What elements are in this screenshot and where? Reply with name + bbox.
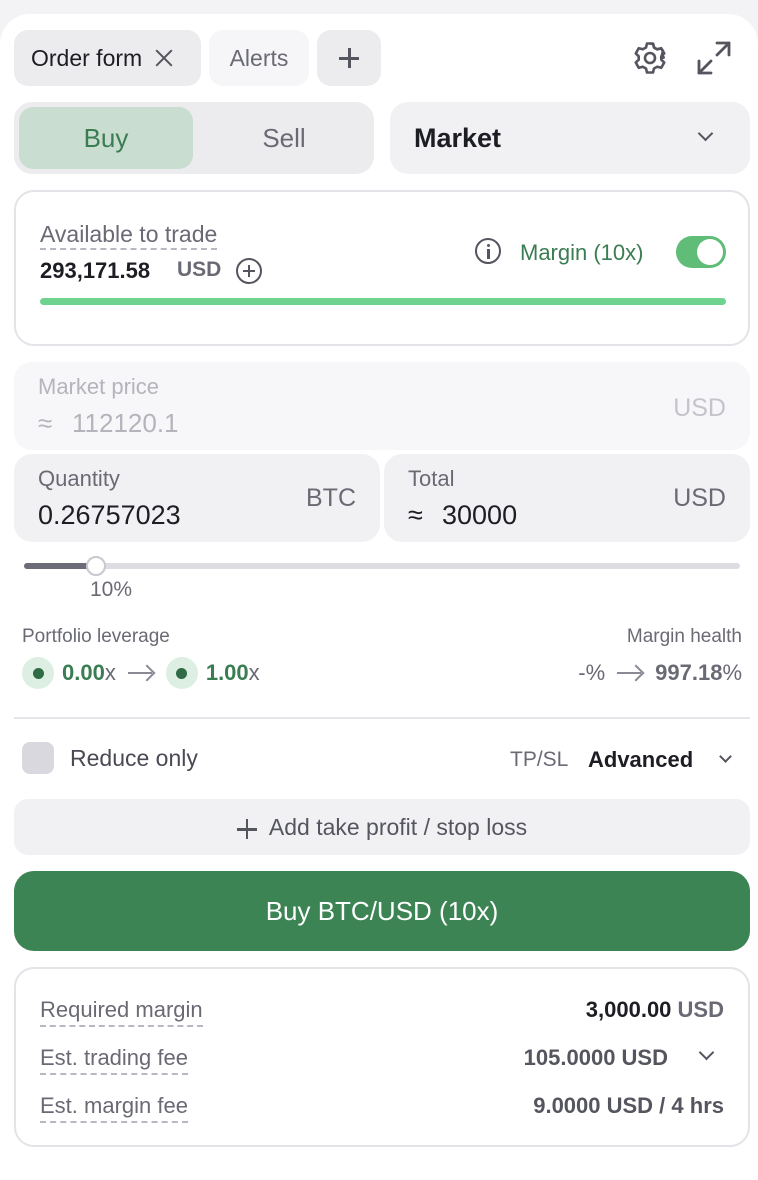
leverage-to-suffix: x bbox=[248, 660, 260, 685]
required-margin-unit: USD bbox=[677, 997, 724, 1022]
gear-icon bbox=[634, 42, 666, 74]
quantity-input[interactable]: 0.26757023 bbox=[38, 500, 181, 531]
buy-tab-label: Buy bbox=[83, 122, 129, 153]
margin-health-from: -% bbox=[578, 660, 606, 685]
leverage-values: 0.00 x 1.00 x bbox=[22, 656, 260, 690]
divider bbox=[14, 717, 750, 719]
leverage-to-dot-icon bbox=[165, 657, 198, 689]
margin-health-suffix: % bbox=[722, 660, 742, 685]
chevron-down-icon[interactable] bbox=[698, 1044, 715, 1061]
total-input[interactable]: 30000 bbox=[442, 500, 517, 531]
info-icon[interactable] bbox=[475, 238, 501, 264]
order-type-select[interactable]: Market bbox=[390, 102, 750, 174]
expand-icon bbox=[697, 41, 731, 75]
available-amount: 293,171.58 bbox=[40, 258, 151, 283]
sell-tab[interactable]: Sell bbox=[199, 107, 369, 169]
size-slider[interactable] bbox=[24, 556, 740, 576]
market-price-label: Market price bbox=[38, 374, 160, 399]
market-price-unit: USD bbox=[673, 394, 726, 422]
available-label[interactable]: Available to trade bbox=[40, 220, 218, 250]
tpsl-label: TP/SL bbox=[510, 748, 569, 771]
margin-toggle[interactable] bbox=[676, 236, 726, 268]
trading-fee-label[interactable]: Est. trading fee bbox=[40, 1043, 188, 1075]
tpsl-mode-value: Advanced bbox=[588, 747, 694, 772]
required-margin-label[interactable]: Required margin bbox=[40, 995, 203, 1027]
market-price-field: Market price ≈ 112120.1 USD bbox=[14, 362, 750, 450]
reduce-only-checkbox[interactable] bbox=[22, 742, 54, 774]
toggle-knob bbox=[697, 239, 723, 265]
required-margin-value-wrap: 3,000.00 USD bbox=[586, 995, 724, 1025]
leverage-from-dot-icon bbox=[22, 657, 54, 689]
chevron-down-icon bbox=[719, 750, 732, 763]
market-price-value: 112120.1 bbox=[72, 408, 179, 438]
margin-health-values: -% 997.18 % bbox=[578, 656, 742, 690]
quantity-label: Quantity bbox=[38, 466, 120, 491]
expand-button[interactable] bbox=[694, 38, 734, 78]
tpsl-mode-select[interactable]: Advanced bbox=[588, 742, 748, 778]
close-icon[interactable] bbox=[154, 48, 174, 68]
tab-order-form[interactable]: Order form bbox=[14, 30, 201, 86]
margin-label: Margin (10x) bbox=[520, 240, 644, 265]
quantity-unit: BTC bbox=[306, 484, 356, 512]
deposit-plus-icon[interactable] bbox=[236, 258, 262, 284]
margin-fee-row: Est. margin fee 9.0000 USD / 4 hrs bbox=[40, 1091, 724, 1125]
total-unit: USD bbox=[673, 484, 726, 512]
margin-health-label: Margin health bbox=[626, 626, 742, 647]
total-approx: ≈ bbox=[408, 500, 423, 530]
total-label: Total bbox=[408, 466, 455, 491]
add-tab-button[interactable] bbox=[317, 30, 381, 86]
leverage-to: 1.00 bbox=[205, 660, 249, 685]
required-margin-row: Required margin 3,000.00 USD bbox=[40, 995, 724, 1029]
balance-bar bbox=[40, 298, 726, 305]
arrow-right-icon bbox=[617, 663, 643, 683]
margin-fee-value: 9.0000 USD / 4 hrs bbox=[533, 1093, 724, 1118]
slider-percent: 10% bbox=[90, 578, 133, 601]
submit-buy-label: Buy BTC/USD (10x) bbox=[265, 895, 499, 926]
total-field[interactable]: Total ≈ 30000 USD bbox=[384, 454, 750, 542]
market-price-approx: ≈ bbox=[38, 408, 53, 438]
portfolio-leverage-label: Portfolio leverage bbox=[22, 626, 170, 647]
leverage-from: 0.00 bbox=[62, 660, 105, 685]
arrow-right-icon bbox=[127, 663, 154, 683]
add-tpsl-button[interactable]: Add take profit / stop loss bbox=[14, 799, 750, 855]
margin-health-to: 997.18 bbox=[655, 660, 723, 685]
tab-order-form-label: Order form bbox=[31, 44, 143, 71]
plus-icon bbox=[339, 48, 359, 68]
slider-handle[interactable] bbox=[85, 556, 106, 576]
trading-fee-row[interactable]: Est. trading fee 105.0000 USD bbox=[40, 1043, 724, 1077]
add-tpsl-label: Add take profit / stop loss bbox=[268, 813, 528, 840]
chevron-down-icon bbox=[697, 125, 714, 142]
sell-tab-label: Sell bbox=[262, 122, 306, 153]
order-type-value: Market bbox=[414, 122, 502, 153]
margin-fee-label[interactable]: Est. margin fee bbox=[40, 1091, 188, 1123]
tab-alerts-label: Alerts bbox=[229, 44, 289, 71]
tab-alerts[interactable]: Alerts bbox=[209, 30, 309, 86]
leverage-from-suffix: x bbox=[104, 660, 116, 685]
required-margin-value: 3,000.00 bbox=[585, 997, 672, 1022]
order-summary: Required margin 3,000.00 USD Est. tradin… bbox=[14, 967, 750, 1147]
available-currency: USD bbox=[177, 258, 222, 281]
trading-fee-value: 105.0000 USD bbox=[523, 1045, 668, 1070]
plus-icon bbox=[236, 819, 257, 839]
balance-card: Available to trade 293,171.58 USD Margin… bbox=[14, 190, 750, 346]
quantity-field[interactable]: Quantity 0.26757023 BTC bbox=[14, 454, 380, 542]
slider-fill bbox=[24, 563, 96, 569]
settings-button[interactable] bbox=[630, 38, 670, 78]
submit-buy-button[interactable]: Buy BTC/USD (10x) bbox=[14, 871, 750, 951]
side-toggle: Buy Sell bbox=[14, 102, 374, 174]
reduce-only-label: Reduce only bbox=[70, 745, 198, 771]
buy-tab[interactable]: Buy bbox=[19, 107, 193, 169]
